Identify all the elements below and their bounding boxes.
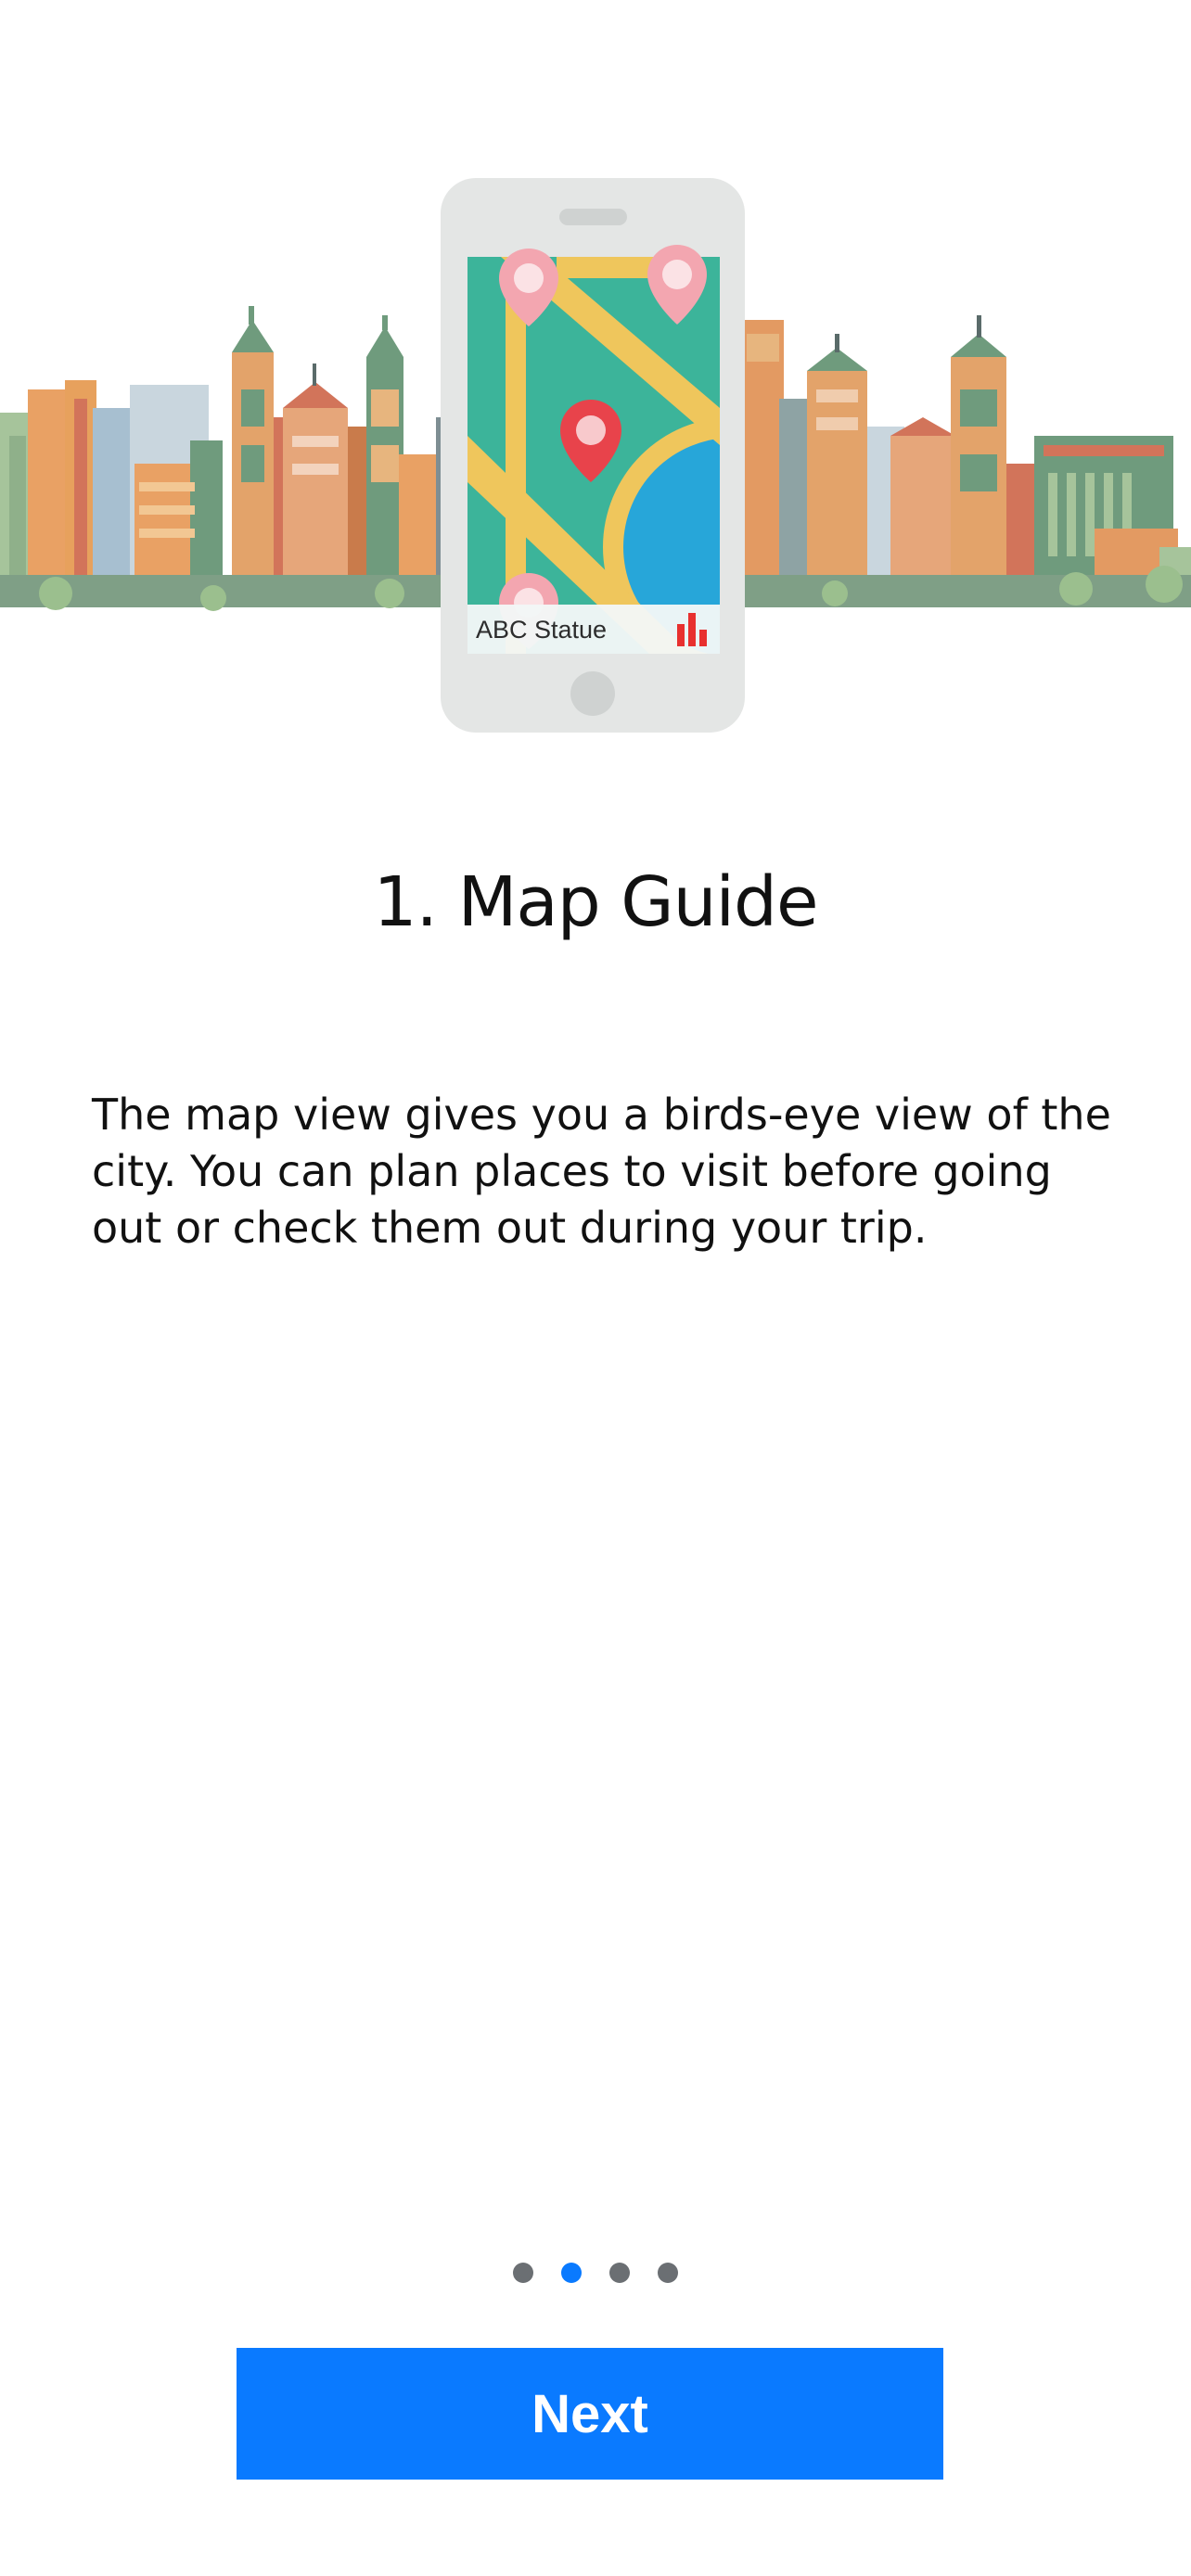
- page-dot-2-active[interactable]: [561, 2263, 582, 2283]
- next-button[interactable]: Next: [237, 2348, 943, 2480]
- skyline-left: [0, 306, 459, 611]
- map-place-label: ABC Statue: [476, 616, 608, 644]
- page-dot-4[interactable]: [658, 2263, 678, 2283]
- onboarding-screen: ABC Statue 1. Map Guide The map view giv…: [0, 0, 1191, 2576]
- page-dot-3[interactable]: [609, 2263, 630, 2283]
- page-title: 1. Map Guide: [373, 862, 818, 942]
- skyline-right: [742, 315, 1191, 607]
- page-indicator[interactable]: [0, 2263, 1191, 2283]
- page-dot-1[interactable]: [513, 2263, 533, 2283]
- page-description: The map view gives you a birds-eye view …: [92, 1090, 1111, 1253]
- hero-illustration: ABC Statue: [0, 0, 1191, 742]
